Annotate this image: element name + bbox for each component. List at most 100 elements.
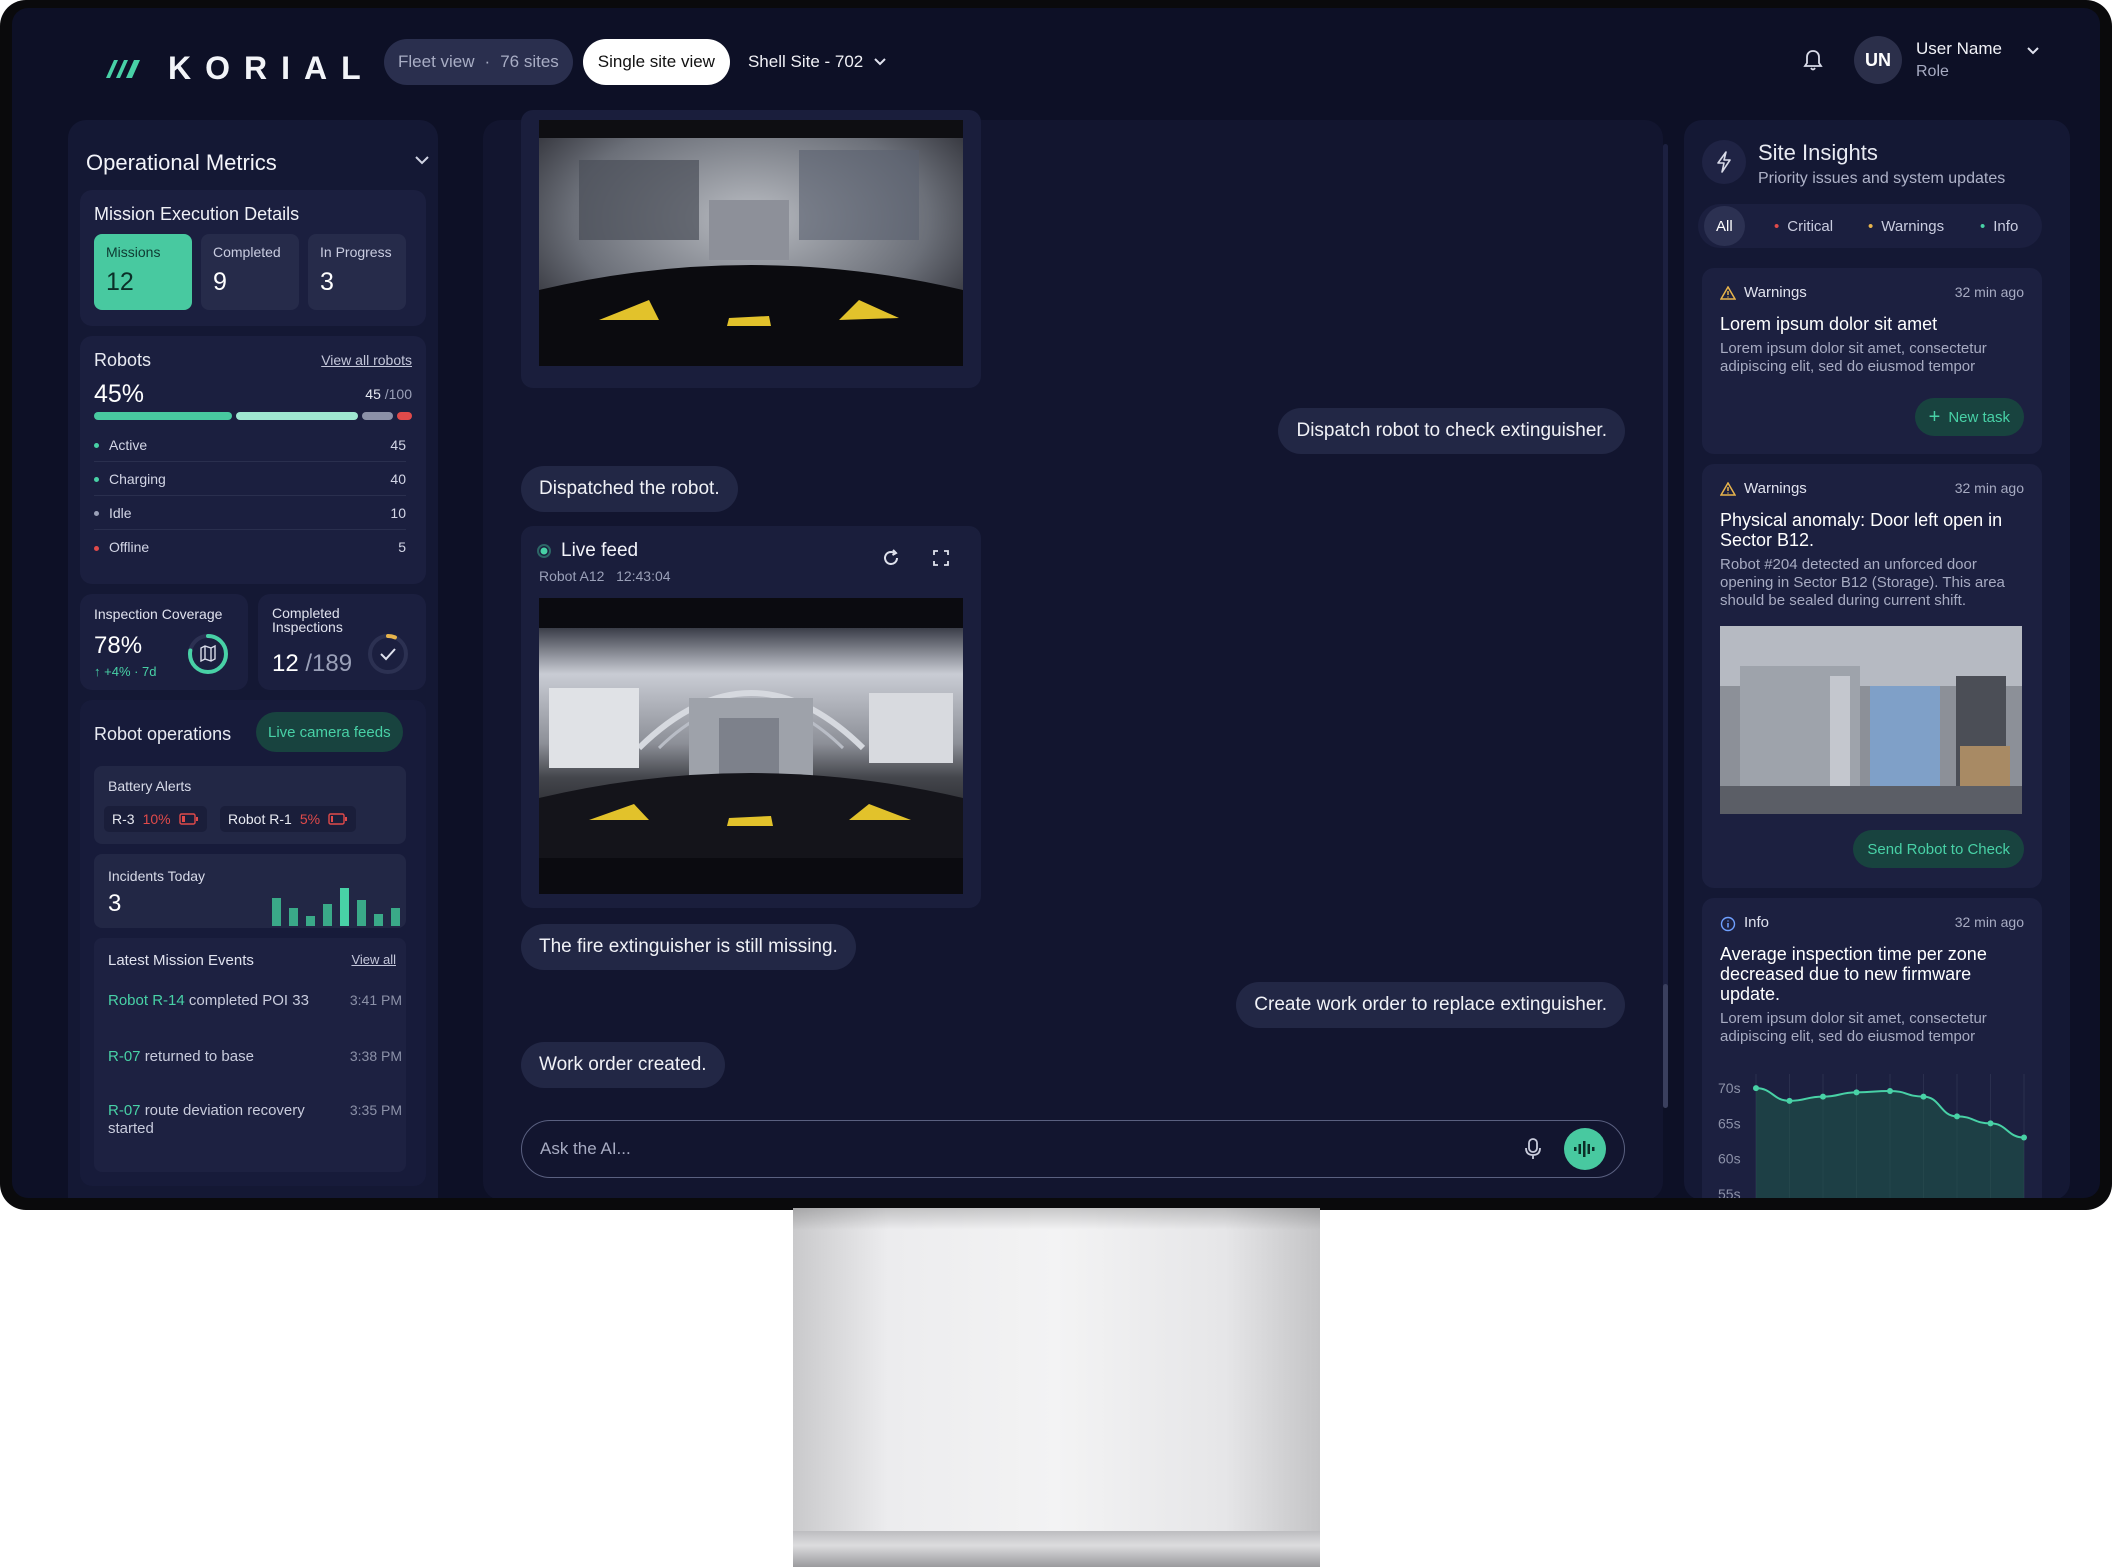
fullscreen-icon[interactable] — [933, 550, 949, 566]
metric-label: Missions — [106, 244, 161, 260]
voice-send-button[interactable] — [1564, 1128, 1606, 1170]
battery-low-icon — [178, 813, 198, 825]
site-selector[interactable]: Shell Site - 702 — [748, 52, 887, 72]
audio-wave-icon — [1574, 1141, 1595, 1157]
view-all-events-link[interactable]: View all — [351, 952, 396, 967]
chart-y-tick: 60s — [1718, 1151, 1741, 1167]
info-dot: • — [1980, 217, 1986, 235]
event-robot-link[interactable]: R-07 — [108, 1048, 141, 1065]
collapse-chevron-icon[interactable] — [414, 154, 430, 166]
robots-card: Robots View all robots 45% 45 /100 Activ… — [80, 336, 426, 584]
insight-type: Warnings — [1744, 480, 1807, 497]
filter-label: Info — [1993, 217, 2019, 235]
insight-card-warning[interactable]: Warnings 32 min ago Physical anomaly: Do… — [1702, 464, 2042, 888]
user-menu[interactable]: UN User Name Role — [1854, 36, 2040, 84]
site-insights-panel: Site Insights Priority issues and system… — [1684, 120, 2070, 1198]
bar-idle — [362, 412, 393, 420]
completed-inspections-card[interactable]: Completed Inspections 12 /189 — [258, 594, 426, 690]
microphone-icon[interactable] — [1524, 1137, 1542, 1161]
chat-scrollbar-thumb[interactable] — [1663, 984, 1668, 1108]
events-title: Latest Mission Events — [108, 952, 254, 969]
send-robot-button[interactable]: Send Robot to Check — [1853, 830, 2024, 868]
chart-point — [1853, 1089, 1860, 1096]
chart-point — [2021, 1134, 2027, 1141]
battery-item[interactable]: R-3 10% — [104, 806, 207, 832]
bell-icon[interactable] — [1802, 48, 1824, 72]
inspection-coverage-card[interactable]: Inspection Coverage 78% ↑ +4% · 7d — [80, 594, 248, 690]
incidents-value: 3 — [108, 890, 122, 917]
fleet-sites-count: 76 sites — [500, 52, 559, 71]
live-feed-robot: Robot A12 — [539, 568, 605, 584]
event-item[interactable]: R-07 route deviation recovery started 3:… — [108, 1102, 402, 1138]
in-progress-metric[interactable]: In Progress 3 — [308, 234, 406, 310]
completed-metric[interactable]: Completed 9 — [201, 234, 299, 310]
ask-ai-input[interactable]: Ask the AI... — [521, 1120, 1625, 1178]
chat-message-user: Dispatch robot to check extinguisher. — [1278, 408, 1625, 454]
chat-message-user: Create work order to replace extinguishe… — [1236, 982, 1625, 1028]
status-row-offline: Offline 5 — [94, 530, 406, 564]
view-all-robots-link[interactable]: View all robots — [321, 352, 412, 368]
battery-low-icon — [328, 813, 348, 825]
event-text: completed POI 33 — [188, 992, 309, 1009]
insights-subtitle: Priority issues and system updates — [1758, 170, 2006, 187]
warning-icon — [1720, 482, 1736, 496]
missions-metric[interactable]: Missions 12 — [94, 234, 192, 310]
status-dot — [94, 443, 99, 449]
filter-info[interactable]: • Info — [1980, 206, 2018, 246]
chart-y-tick: 70s — [1718, 1080, 1741, 1096]
critical-dot: • — [1774, 217, 1780, 235]
door-anomaly-image[interactable] — [1720, 626, 2022, 814]
monitor-stand-base — [793, 1531, 1320, 1567]
status-label: Idle — [109, 504, 132, 521]
logo: KORIAL — [104, 50, 375, 87]
event-item[interactable]: R-07 returned to base 3:38 PM — [108, 1048, 402, 1065]
chat-message-assistant: Dispatched the robot. — [521, 466, 738, 512]
filter-critical[interactable]: • Critical — [1774, 206, 1833, 246]
battery-item[interactable]: Robot R-1 5% — [220, 806, 357, 832]
battery-level: 5% — [299, 811, 321, 827]
plus-icon: + — [1928, 405, 1941, 428]
new-task-button[interactable]: + New task — [1914, 398, 2024, 436]
status-label: Offline — [109, 539, 150, 555]
status-value: 45 — [390, 436, 406, 453]
view-toggle: Fleet view · 76 sites Single site view S… — [384, 38, 887, 86]
ask-ai-placeholder: Ask the AI... — [540, 1139, 631, 1158]
user-name: User Name — [1916, 39, 2002, 58]
event-robot-link[interactable]: R-07 — [108, 1102, 141, 1119]
event-item[interactable]: Robot R-14 completed POI 33 3:41 PM — [108, 992, 402, 1009]
status-dot — [94, 545, 99, 551]
filter-all[interactable]: All — [1704, 206, 1745, 246]
insight-time: 32 min ago — [1954, 284, 2024, 300]
insight-type: Warnings — [1744, 284, 1807, 301]
metric-value: 3 — [320, 268, 334, 296]
chat-message-assistant: The fire extinguisher is still missing. — [521, 924, 856, 970]
coverage-delta-text: +4% · 7d — [104, 664, 157, 679]
status-row-active: Active 45 — [94, 428, 406, 462]
insight-title: Physical anomaly: Door left open in Sect… — [1720, 510, 2003, 550]
insight-card-info[interactable]: Info 32 min ago Average inspection time … — [1702, 898, 2042, 1198]
status-value: 5 — [398, 539, 406, 555]
live-camera-feeds-button[interactable]: Live camera feeds — [256, 712, 403, 752]
live-indicator-icon — [537, 544, 551, 558]
live-feed-meta: Robot A12 12:43:04 — [539, 568, 671, 584]
camera-snapshot-image[interactable] — [539, 120, 963, 366]
inspections-done: 12 — [272, 650, 299, 677]
single-site-view-button[interactable]: Single site view — [582, 39, 730, 85]
event-robot-link[interactable]: Robot R-14 — [108, 992, 185, 1009]
avatar: UN — [1854, 36, 1902, 84]
chart-point — [1786, 1097, 1793, 1104]
live-feed-card: Live feed Robot A12 12:43:04 — [521, 526, 981, 908]
fleet-view-button[interactable]: Fleet view · 76 sites — [384, 39, 573, 85]
chart-point — [1954, 1113, 1960, 1120]
refresh-icon[interactable] — [881, 548, 901, 568]
event-time: 3:38 PM — [349, 1048, 402, 1064]
filter-warnings[interactable]: • Warnings — [1868, 206, 1944, 246]
robots-percent: 45% — [94, 380, 145, 408]
battery-level: 10% — [142, 811, 171, 827]
chat-scrollbar-track[interactable] — [1663, 144, 1668, 1108]
incidents-today-card[interactable]: Incidents Today 3 — [94, 854, 406, 928]
logo-mark-icon — [106, 59, 140, 78]
live-feed-video[interactable] — [539, 598, 963, 894]
bar-active — [94, 412, 232, 420]
insight-card-warning[interactable]: Warnings 32 min ago Lorem ipsum dolor si… — [1702, 268, 2042, 454]
